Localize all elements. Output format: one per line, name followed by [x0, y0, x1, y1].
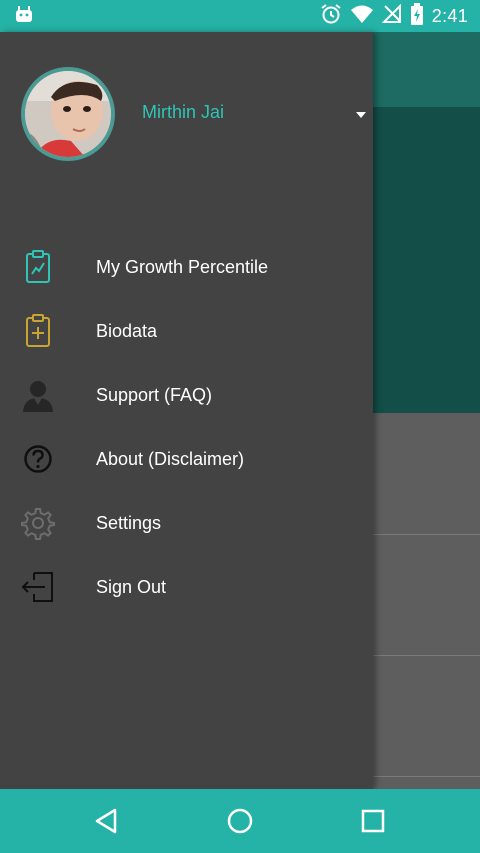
menu-label: Settings — [96, 512, 162, 533]
menu-item-settings[interactable]: Settings — [0, 491, 373, 555]
alarm-icon — [320, 3, 342, 30]
menu-item-growth-percentile[interactable]: My Growth Percentile — [0, 235, 373, 299]
battery-charging-icon — [410, 2, 424, 30]
menu-label: About (Disclaimer) — [96, 448, 245, 469]
avatar[interactable] — [21, 67, 115, 161]
navigation-bar — [0, 789, 480, 853]
recents-icon[interactable] — [357, 805, 389, 837]
status-bar: 2:41 — [0, 0, 480, 32]
menu-label: Biodata — [96, 320, 158, 341]
menu-label: My Growth Percentile — [96, 256, 269, 277]
background-divider — [373, 655, 480, 656]
gear-icon — [20, 505, 56, 541]
navigation-drawer: Mirthin Jai My Growth Percentile Biodata… — [0, 32, 373, 789]
background-divider — [373, 776, 480, 777]
android-debug-icon — [14, 4, 34, 29]
avatar-photo — [25, 71, 111, 157]
menu-item-about[interactable]: About (Disclaimer) — [0, 427, 373, 491]
screen: 2:41 Mirthin Jai My Growth Percentile Bi… — [0, 0, 480, 853]
menu-item-sign-out[interactable]: Sign Out — [0, 555, 373, 619]
question-circle-icon — [20, 441, 56, 477]
medical-clipboard-icon — [20, 313, 56, 349]
menu-label: Sign Out — [96, 576, 167, 597]
dropdown-arrow-icon[interactable] — [354, 108, 368, 122]
growth-clipboard-icon — [20, 249, 56, 285]
status-icons: 2:41 — [320, 2, 468, 30]
back-icon[interactable] — [90, 805, 122, 837]
menu-item-support[interactable]: Support (FAQ) — [0, 363, 373, 427]
home-icon[interactable] — [224, 805, 256, 837]
sign-out-icon — [20, 569, 56, 605]
user-support-icon — [20, 377, 56, 413]
no-signal-icon — [381, 3, 402, 29]
background-divider — [373, 534, 480, 535]
wifi-icon — [350, 4, 374, 29]
drawer-menu: My Growth Percentile Biodata Support (FA… — [0, 235, 373, 619]
status-time: 2:41 — [431, 5, 468, 26]
menu-item-biodata[interactable]: Biodata — [0, 299, 373, 363]
menu-label: Support (FAQ) — [96, 384, 213, 405]
user-name[interactable]: Mirthin Jai — [142, 102, 224, 123]
